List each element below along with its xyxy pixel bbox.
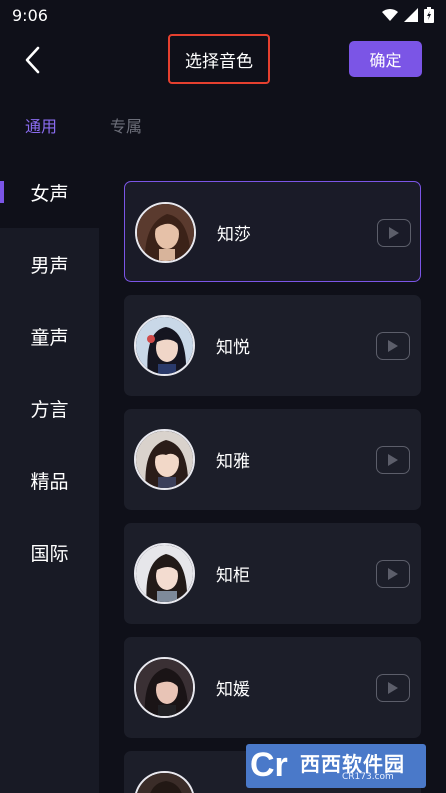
voice-name: 知莎 — [217, 225, 251, 245]
confirm-button[interactable]: 确定 — [349, 41, 422, 77]
status-time: 9:06 — [12, 6, 48, 25]
voice-card[interactable]: 知雅 — [124, 409, 421, 510]
play-icon — [388, 454, 398, 466]
sidebar-item-premium[interactable]: 精品 — [0, 460, 99, 500]
status-icons — [382, 7, 434, 23]
play-icon — [388, 568, 398, 580]
chevron-left-icon — [25, 46, 40, 74]
tab-exclusive[interactable]: 专属 — [110, 113, 142, 137]
avatar — [135, 202, 196, 263]
voice-name: 知媛 — [216, 680, 250, 700]
signal-icon — [404, 8, 418, 22]
watermark-site: CR173.com — [342, 772, 394, 782]
status-bar: 9:06 — [0, 0, 446, 30]
watermark-logo-mark: Cr — [250, 746, 288, 784]
play-button[interactable] — [376, 446, 410, 474]
sidebar-item-child[interactable]: 童声 — [0, 316, 99, 356]
voice-card[interactable]: 知悦 — [124, 295, 421, 396]
avatar — [134, 543, 195, 604]
voice-card[interactable]: 知媛 — [124, 637, 421, 738]
sidebar-item-dialect[interactable]: 方言 — [0, 388, 99, 428]
wifi-icon — [382, 8, 398, 21]
avatar — [134, 429, 195, 490]
page-title: 选择音色 — [185, 51, 253, 72]
play-icon — [388, 682, 398, 694]
play-button[interactable] — [376, 674, 410, 702]
sidebar-item-international[interactable]: 国际 — [0, 532, 99, 572]
play-button[interactable] — [377, 219, 411, 247]
back-button[interactable] — [18, 44, 46, 76]
tab-general[interactable]: 通用 — [25, 113, 57, 137]
voice-name: 知雅 — [216, 452, 250, 472]
avatar — [134, 315, 195, 376]
voice-card[interactable]: 知柜 — [124, 523, 421, 624]
play-button[interactable] — [376, 332, 410, 360]
watermark-logo: Cr 西西软件园 CR173.com — [246, 744, 426, 788]
battery-icon — [424, 7, 434, 23]
voice-card[interactable]: 知莎 — [124, 181, 421, 282]
sidebar-item-male[interactable]: 男声 — [0, 244, 99, 284]
voice-name: 知柜 — [216, 566, 250, 586]
play-icon — [388, 340, 398, 352]
sidebar-item-female[interactable]: 女声 — [0, 172, 99, 212]
play-icon — [389, 227, 399, 239]
avatar — [134, 771, 195, 793]
voice-name: 知悦 — [216, 338, 250, 358]
play-button[interactable] — [376, 560, 410, 588]
avatar — [134, 657, 195, 718]
title-highlight: 选择音色 — [168, 34, 270, 84]
